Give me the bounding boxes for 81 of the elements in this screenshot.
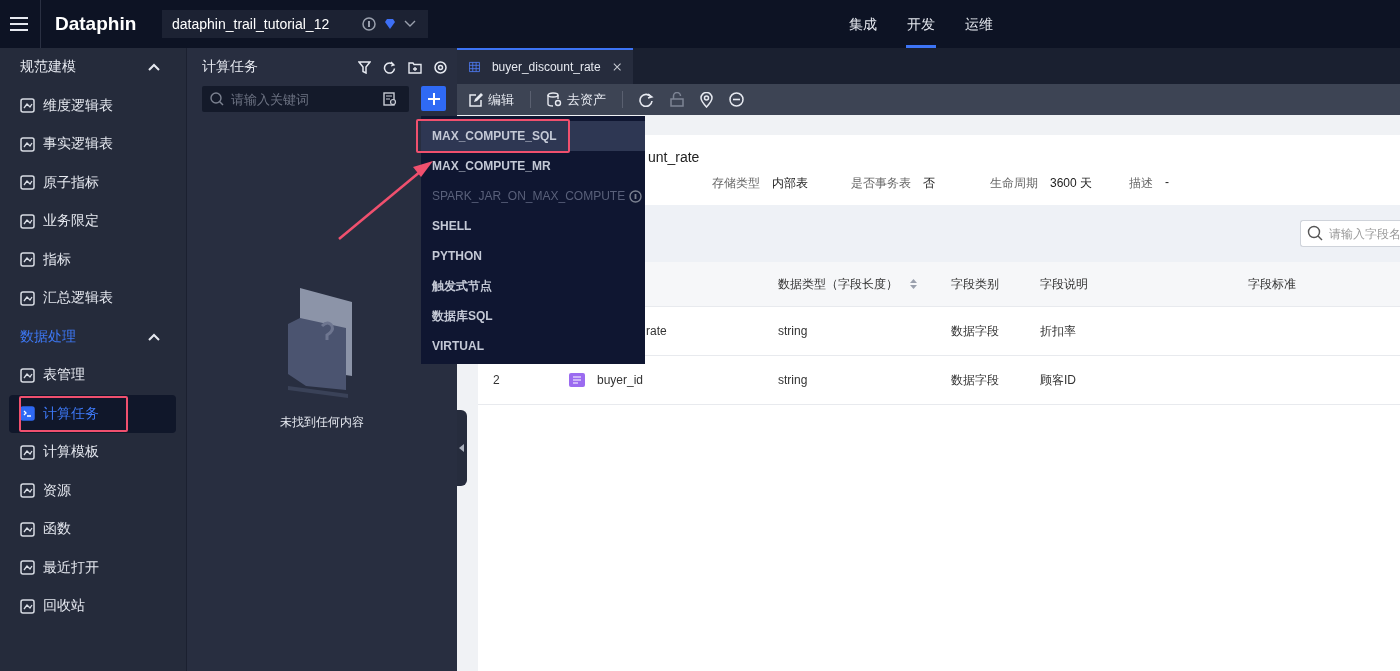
group-title[interactable]: 规范建模 — [20, 58, 76, 77]
search-icon — [210, 92, 224, 106]
sidebar-item[interactable]: 原子指标 — [9, 163, 176, 202]
pin-icon[interactable] — [700, 91, 713, 108]
sidebar-item[interactable]: 指标 — [9, 240, 176, 279]
sidebar-item[interactable]: 汇总逻辑表 — [9, 279, 176, 318]
diamond-icon — [384, 19, 396, 29]
row-number: 2 — [493, 373, 500, 387]
edit-icon — [469, 92, 483, 107]
menu-item[interactable]: 数据库SQL — [421, 301, 645, 331]
sidebar-item[interactable]: 回收站 — [9, 587, 176, 626]
meta-label: 存储类型 — [712, 174, 760, 192]
menu-item[interactable]: PYTHON — [421, 241, 645, 271]
nav-tab[interactable]: 运维 — [964, 0, 994, 48]
chevron-icon[interactable] — [148, 332, 160, 341]
menu-item[interactable]: MAX_COMPUTE_MR — [421, 151, 645, 181]
location-icon[interactable] — [434, 60, 447, 74]
minus-circle-icon[interactable] — [729, 92, 744, 107]
sidebar-item[interactable]: 维度逻辑表 — [9, 86, 176, 125]
terminal-icon — [20, 406, 35, 422]
add-button[interactable] — [421, 86, 446, 111]
meta-label: 是否事务表 — [851, 174, 911, 192]
column-header: 字段标准 — [1248, 275, 1297, 293]
field-icon — [569, 373, 585, 387]
meta-value: 3600 天 — [1050, 174, 1093, 192]
panel-title: 计算任务 — [202, 58, 258, 76]
column-header: 字段类别 — [951, 275, 1000, 293]
search-field[interactable]: 请输入字段名 — [1300, 220, 1400, 247]
project-selector[interactable]: dataphin_trail_tutorial_12 — [162, 10, 428, 38]
sidebar-item[interactable]: 计算模板 — [9, 433, 176, 472]
chart-icon — [20, 136, 35, 152]
folder-add-icon[interactable] — [408, 60, 422, 74]
collapse-handle[interactable] — [457, 410, 467, 486]
sidebar-item[interactable]: 业务限定 — [9, 202, 176, 241]
refresh-icon[interactable] — [639, 92, 654, 107]
meta-value: - — [1165, 174, 1169, 191]
table-cell-text: rate — [645, 324, 667, 338]
column-header: 字段说明 — [1040, 275, 1089, 293]
meta-label: 生命周期 — [990, 174, 1038, 192]
plus-icon — [427, 92, 440, 105]
sidebar-item[interactable]: 计算任务 — [9, 394, 176, 433]
table-cell: 数据字段 — [951, 372, 999, 387]
sidebar-item[interactable]: 函数 — [9, 510, 176, 549]
menu-item[interactable]: 触发式节点 — [421, 271, 645, 301]
info-icon — [362, 17, 376, 31]
close-icon[interactable] — [612, 62, 621, 72]
menu-icon[interactable] — [10, 17, 28, 31]
sidebar-item[interactable]: 事实逻辑表 — [9, 125, 176, 164]
database-icon — [547, 92, 562, 107]
menu-item[interactable]: VIRTUAL — [421, 331, 645, 361]
chevron-down-icon — [404, 20, 416, 28]
sidebar-item[interactable]: 表管理 — [9, 356, 176, 395]
table-cell: 数据字段 — [951, 323, 999, 338]
search-field[interactable]: 请输入关键词 — [202, 86, 409, 112]
lock-icon[interactable] — [670, 92, 684, 107]
meta-value: 内部表 — [772, 174, 808, 192]
logo: Dataphin — [55, 13, 138, 35]
calendar-search-icon[interactable] — [383, 92, 397, 106]
sidebar-item[interactable]: 最近打开 — [9, 548, 176, 587]
asset-button[interactable]: 去资产 — [547, 90, 606, 109]
chart-icon — [20, 252, 35, 268]
table-cell: string — [778, 373, 808, 387]
chevron-icon[interactable] — [148, 63, 160, 72]
search-icon — [1307, 225, 1323, 241]
file-tab[interactable]: buyer_discount_rate — [457, 48, 633, 84]
meta-value: 否 — [923, 174, 935, 192]
table-cell: 顾客ID — [1040, 372, 1076, 387]
menu-item[interactable]: SHELL — [421, 211, 645, 241]
filter-icon[interactable] — [358, 60, 371, 74]
table-cell: 折扣率 — [1040, 323, 1076, 338]
table-title: unt_rate — [647, 148, 701, 165]
table-cell: buyer_id — [597, 373, 644, 387]
nav-tab[interactable]: 集成 — [848, 0, 878, 48]
column-header: 数据类型（字段长度） — [778, 275, 951, 293]
meta-label: 描述 — [1129, 174, 1153, 192]
group-title[interactable]: 数据处理 — [20, 327, 76, 346]
empty-message: 未找到任何内容 — [280, 414, 364, 431]
sidebar-item[interactable]: 资源 — [9, 471, 176, 510]
table-cell: string — [778, 324, 808, 338]
edit-button[interactable]: 编辑 — [469, 90, 514, 109]
refresh-icon[interactable] — [383, 60, 396, 74]
